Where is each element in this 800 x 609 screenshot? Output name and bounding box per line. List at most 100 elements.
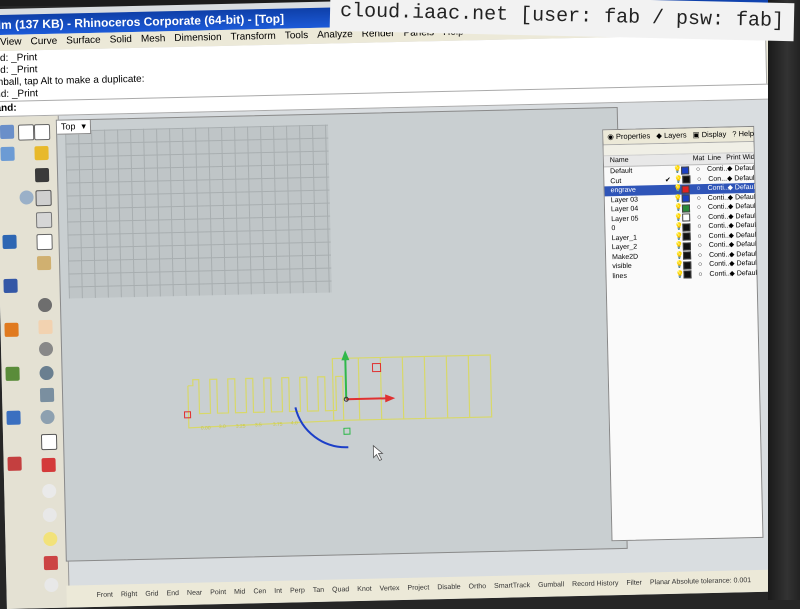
material-swatch-icon[interactable]: ○ [690,203,708,213]
zoom-icon[interactable] [39,366,53,380]
visibility-bulb-icon[interactable]: 💡 [673,166,681,176]
material-swatch-icon[interactable]: ○ [689,165,707,175]
layer-linetype[interactable]: Con... [708,174,727,184]
status-toggle[interactable]: SmartTrack [494,575,530,598]
layer-linetype[interactable]: Conti... [709,269,729,279]
current-layer-check-icon[interactable] [665,194,674,204]
layer-color-swatch[interactable] [682,213,690,223]
undo-icon[interactable] [38,298,52,312]
current-layer-check-icon[interactable] [665,213,674,223]
menu-view[interactable]: View [0,35,22,51]
point-icon[interactable] [42,484,56,498]
layer-print-width[interactable]: ◆ Default [729,268,756,278]
visibility-bulb-icon[interactable]: 💡 [675,251,683,261]
top-viewport[interactable]: Top ▾ 0.00 3.0 3.25 3.5 3.75 4.0 [56,107,628,562]
status-toggle[interactable]: Gumball [538,574,565,597]
material-swatch-icon[interactable]: ○ [691,260,709,270]
visibility-bulb-icon[interactable]: 💡 [674,213,682,223]
current-layer-check-icon[interactable] [666,270,675,280]
layer-color-swatch[interactable] [682,203,690,213]
pan-hand-icon[interactable] [38,320,52,334]
layer-color-swatch[interactable] [683,251,691,261]
rotate-view-icon[interactable] [39,342,53,356]
gumball-y-arrow[interactable] [341,350,349,360]
column-name[interactable]: Name [604,155,666,166]
current-layer-check-icon[interactable] [666,242,675,252]
current-layer-check-icon[interactable] [666,251,675,261]
layer-linetype[interactable]: Conti... [707,184,727,194]
status-toggle[interactable]: End [166,583,179,605]
material-swatch-icon[interactable]: ○ [690,222,708,232]
gumball-rotation-arc[interactable] [295,406,348,448]
menu-solid[interactable]: Solid [110,32,133,49]
status-toggle[interactable]: Vertex [379,578,399,600]
visibility-bulb-icon[interactable]: 💡 [675,261,683,271]
mirror-icon[interactable] [5,367,19,381]
panel-outline[interactable] [332,355,491,421]
status-toggle[interactable]: Project [407,577,429,599]
status-toggle[interactable]: Perp [290,580,305,602]
tab-properties[interactable]: ◉ Properties [607,129,650,144]
layer-color-swatch[interactable] [683,260,691,270]
save-icon[interactable] [35,168,49,182]
menu-mesh[interactable]: Mesh [141,31,166,48]
status-toggle[interactable]: Near [187,583,203,605]
light-bulb-icon[interactable] [43,532,57,546]
layer-linetype[interactable]: Conti... [709,250,729,260]
print-icon[interactable] [35,190,51,206]
comb-curve[interactable] [188,376,344,428]
four-viewports-icon[interactable] [41,434,57,450]
box-icon[interactable] [2,235,16,249]
status-toggle[interactable]: Ortho [468,576,486,598]
sphere-icon[interactable] [19,190,33,204]
tab-layers[interactable]: ◆ Layers [656,128,687,143]
status-toggle[interactable]: Point [210,582,226,604]
move-icon[interactable] [4,323,18,337]
layer-linetype[interactable]: Conti... [709,231,729,241]
shade-icon[interactable] [43,508,57,522]
paste-icon[interactable] [37,256,51,270]
cut-icon[interactable] [36,212,52,228]
status-toggle[interactable]: Filter [626,573,642,595]
visibility-bulb-icon[interactable]: 💡 [674,204,682,214]
layer-linetype[interactable]: Conti... [707,165,727,175]
array-icon[interactable] [6,411,20,425]
menu-dimension[interactable]: Dimension [174,30,222,47]
layer-color-swatch[interactable] [683,270,691,280]
visibility-bulb-icon[interactable]: 💡 [674,175,682,185]
render-icon[interactable] [44,578,58,592]
status-toggle[interactable]: Front [96,585,113,607]
menu-tools[interactable]: Tools [285,28,309,45]
visibility-bulb-icon[interactable]: 💡 [675,232,683,242]
gumball-x-axis[interactable] [346,398,389,399]
hide-icon[interactable] [41,458,55,472]
material-icon[interactable] [44,556,58,570]
layer-color-swatch[interactable] [682,194,690,204]
visibility-bulb-icon[interactable]: 💡 [674,194,682,204]
material-swatch-icon[interactable]: ○ [691,269,709,279]
material-swatch-icon[interactable]: ○ [690,212,708,222]
material-swatch-icon[interactable]: ○ [691,250,709,260]
gumball-x-arrow[interactable] [385,394,395,402]
status-toggle[interactable]: Cen [253,581,266,603]
menu-curve[interactable]: Curve [30,34,57,51]
material-swatch-icon[interactable]: ○ [690,193,708,203]
copy-icon[interactable] [36,234,52,250]
current-layer-check-icon[interactable]: ✔ [665,175,674,185]
tab-display[interactable]: ▣ Display [692,128,726,143]
tab-help[interactable]: ? Help [732,127,754,141]
visibility-bulb-icon[interactable]: 💡 [674,223,682,233]
layer-linetype[interactable]: Conti... [708,203,728,213]
layer-linetype[interactable]: Conti... [708,193,728,203]
status-toggle[interactable]: Right [121,584,138,606]
layer-row[interactable]: lines💡○Conti...◆ Default [606,268,756,281]
current-layer-check-icon[interactable] [664,166,673,176]
current-layer-check-icon[interactable] [666,261,675,271]
zoom-extents-icon[interactable] [40,410,54,424]
layer-color-swatch[interactable] [683,241,691,251]
gumball-y-axis[interactable] [345,356,346,399]
material-swatch-icon[interactable]: ○ [691,231,709,241]
status-toggle[interactable]: Tan [313,580,325,602]
current-layer-check-icon[interactable] [665,223,674,233]
new-file-icon[interactable] [18,124,34,140]
